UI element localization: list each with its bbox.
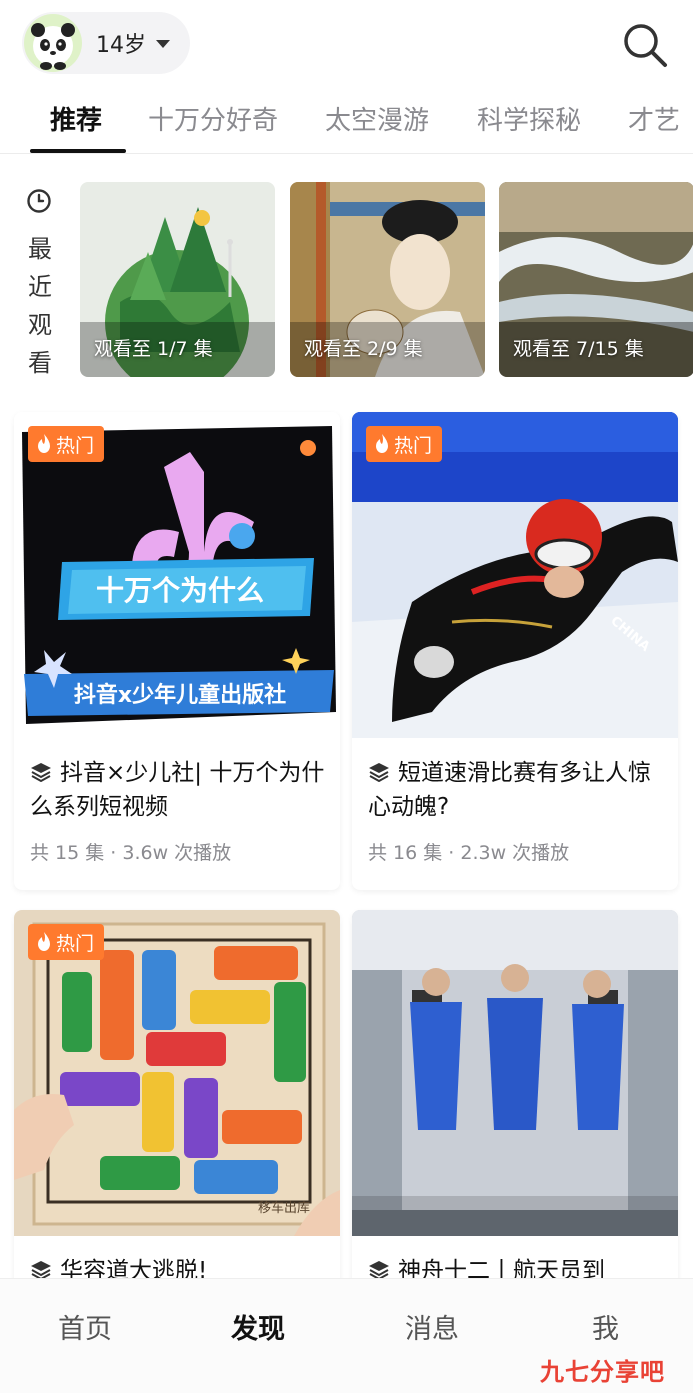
recent-label-char: 观 [28, 311, 52, 339]
puzzle-label: 移车出库 [258, 1200, 310, 1216]
flame-icon [38, 932, 50, 951]
recent-label-char: 看 [28, 349, 52, 377]
flame-icon [38, 434, 50, 453]
caret-down-icon [156, 40, 170, 48]
tab-science[interactable]: 科学探秘 [477, 100, 581, 137]
recent-item-3[interactable]: 观看至 7/15 集 [499, 182, 693, 377]
tab-curiosity[interactable]: 十万分好奇 [148, 100, 278, 137]
hot-badge: 热门 [366, 426, 443, 462]
recent-item-1[interactable]: 观看至 1/7 集 [80, 182, 275, 377]
tab-talent[interactable]: 才艺 [628, 100, 680, 137]
poster-subtitle: 抖音x少年儿童出版社 [74, 682, 286, 708]
card-title: 抖音×少儿社| 十万个为什么系列短视频 [30, 756, 330, 824]
hot-badge-label: 热门 [56, 932, 95, 955]
tab-recommend[interactable]: 推荐 [50, 100, 102, 137]
hot-badge: 热门 [28, 924, 105, 960]
card-title: 短道速滑比赛有多让人惊心动魄? [368, 756, 668, 824]
nav-messages[interactable]: 消息 [405, 1307, 459, 1346]
video-card-3[interactable]: 移车出库 热门 华容道大逃脱! [14, 910, 340, 1330]
tab-space-travel[interactable]: 太空漫游 [325, 100, 429, 137]
nav-home[interactable]: 首页 [58, 1307, 112, 1346]
hot-badge: 热门 [28, 426, 105, 462]
watermark-logo: 九七分享吧 [540, 1358, 665, 1386]
layers-icon [31, 1261, 51, 1280]
watch-progress: 观看至 2/9 集 [304, 338, 423, 360]
hot-badge-label: 热门 [56, 434, 95, 457]
top-bar: 14岁 [0, 0, 693, 88]
recent-label-char: 近 [28, 273, 52, 301]
flame-icon [376, 434, 388, 453]
layers-icon [369, 1261, 389, 1280]
category-tabs: 推荐 十万分好奇 太空漫游 科学探秘 才艺 [0, 92, 693, 154]
card-title-text: 短道速滑比赛有多让人惊心动魄? [368, 760, 651, 820]
card-thumbnail [352, 910, 678, 1236]
recent-item-2[interactable]: 观看至 2/9 集 [290, 182, 485, 377]
poster-title: 十万个为什么 [96, 574, 264, 607]
clock-icon [27, 189, 51, 213]
age-selector[interactable]: 14岁 [22, 12, 190, 74]
search-icon[interactable] [620, 20, 670, 70]
layers-icon [369, 763, 389, 782]
video-card-4[interactable]: 神舟十二丨航天员到 [352, 910, 678, 1330]
recent-label-char: 最 [28, 235, 52, 263]
card-title-text: 抖音×少儿社| 十万个为什么系列短视频 [30, 760, 325, 820]
watch-progress: 观看至 1/7 集 [94, 338, 213, 360]
video-card-1[interactable]: 十万个为什么 抖音x少年儿童出版社 热门 抖音×少儿社| 十万个为什么系列短视频… [14, 412, 340, 890]
panda-avatar [24, 14, 82, 72]
watch-progress: 观看至 7/15 集 [513, 338, 644, 360]
hot-badge-label: 热门 [394, 434, 433, 457]
nav-discover[interactable]: 发现 [231, 1307, 285, 1346]
layers-icon [31, 763, 51, 782]
recent-watched-label: 最 近 观 看 [26, 188, 56, 382]
active-tab-indicator [30, 149, 126, 153]
age-label: 14岁 [96, 33, 146, 58]
nav-me[interactable]: 我 [592, 1307, 619, 1346]
card-meta: 共 15 集 · 3.6w 次播放 [30, 842, 232, 864]
video-card-2[interactable]: CHINA 热门 短道速滑比赛有多让人惊心动魄? 共 16 集 · 2.3w 次… [352, 412, 678, 890]
card-meta: 共 16 集 · 2.3w 次播放 [368, 842, 570, 864]
